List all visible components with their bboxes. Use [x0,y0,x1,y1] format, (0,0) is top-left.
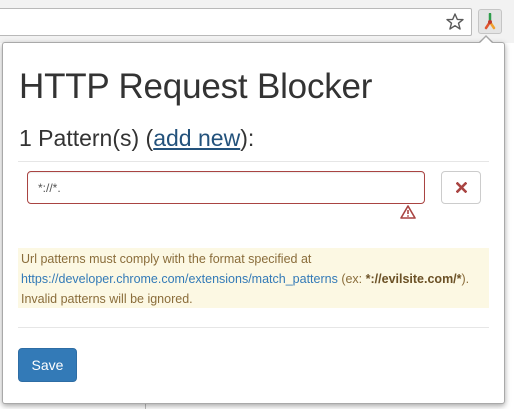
http-request-blocker-icon [484,13,496,30]
example-pattern: *://evilsite.com/* [365,272,462,286]
divider-top [18,161,489,162]
warning-icon [400,205,416,219]
heading-suffix: ): [240,125,255,151]
save-button[interactable]: Save [18,348,77,382]
browser-toolbar [0,0,514,43]
add-new-link[interactable]: add new [153,125,240,151]
star-icon[interactable] [445,12,465,32]
extension-popup: HTTP Request Blocker 1 Pattern(s) (add n… [2,42,505,404]
popup-arrow-inner [479,37,493,44]
pattern-input[interactable] [27,171,425,204]
popup-title: HTTP Request Blocker [19,67,373,106]
info-text-2: (ex: [337,272,366,286]
pattern-format-info: Url patterns must comply with the format… [18,248,489,308]
match-patterns-link[interactable]: https://developer.chrome.com/extensions/… [21,272,338,286]
address-bar[interactable] [0,8,472,36]
info-text-1: Url patterns must comply with the format… [21,252,312,266]
remove-pattern-button[interactable] [441,171,481,204]
divider-bottom [18,327,489,328]
pattern-count-heading: 1 Pattern(s) (add new): [19,125,254,152]
pattern-count-text: 1 Pattern(s) ( [19,125,154,151]
http-request-blocker-extension-button[interactable] [478,9,502,34]
close-icon [456,182,467,193]
